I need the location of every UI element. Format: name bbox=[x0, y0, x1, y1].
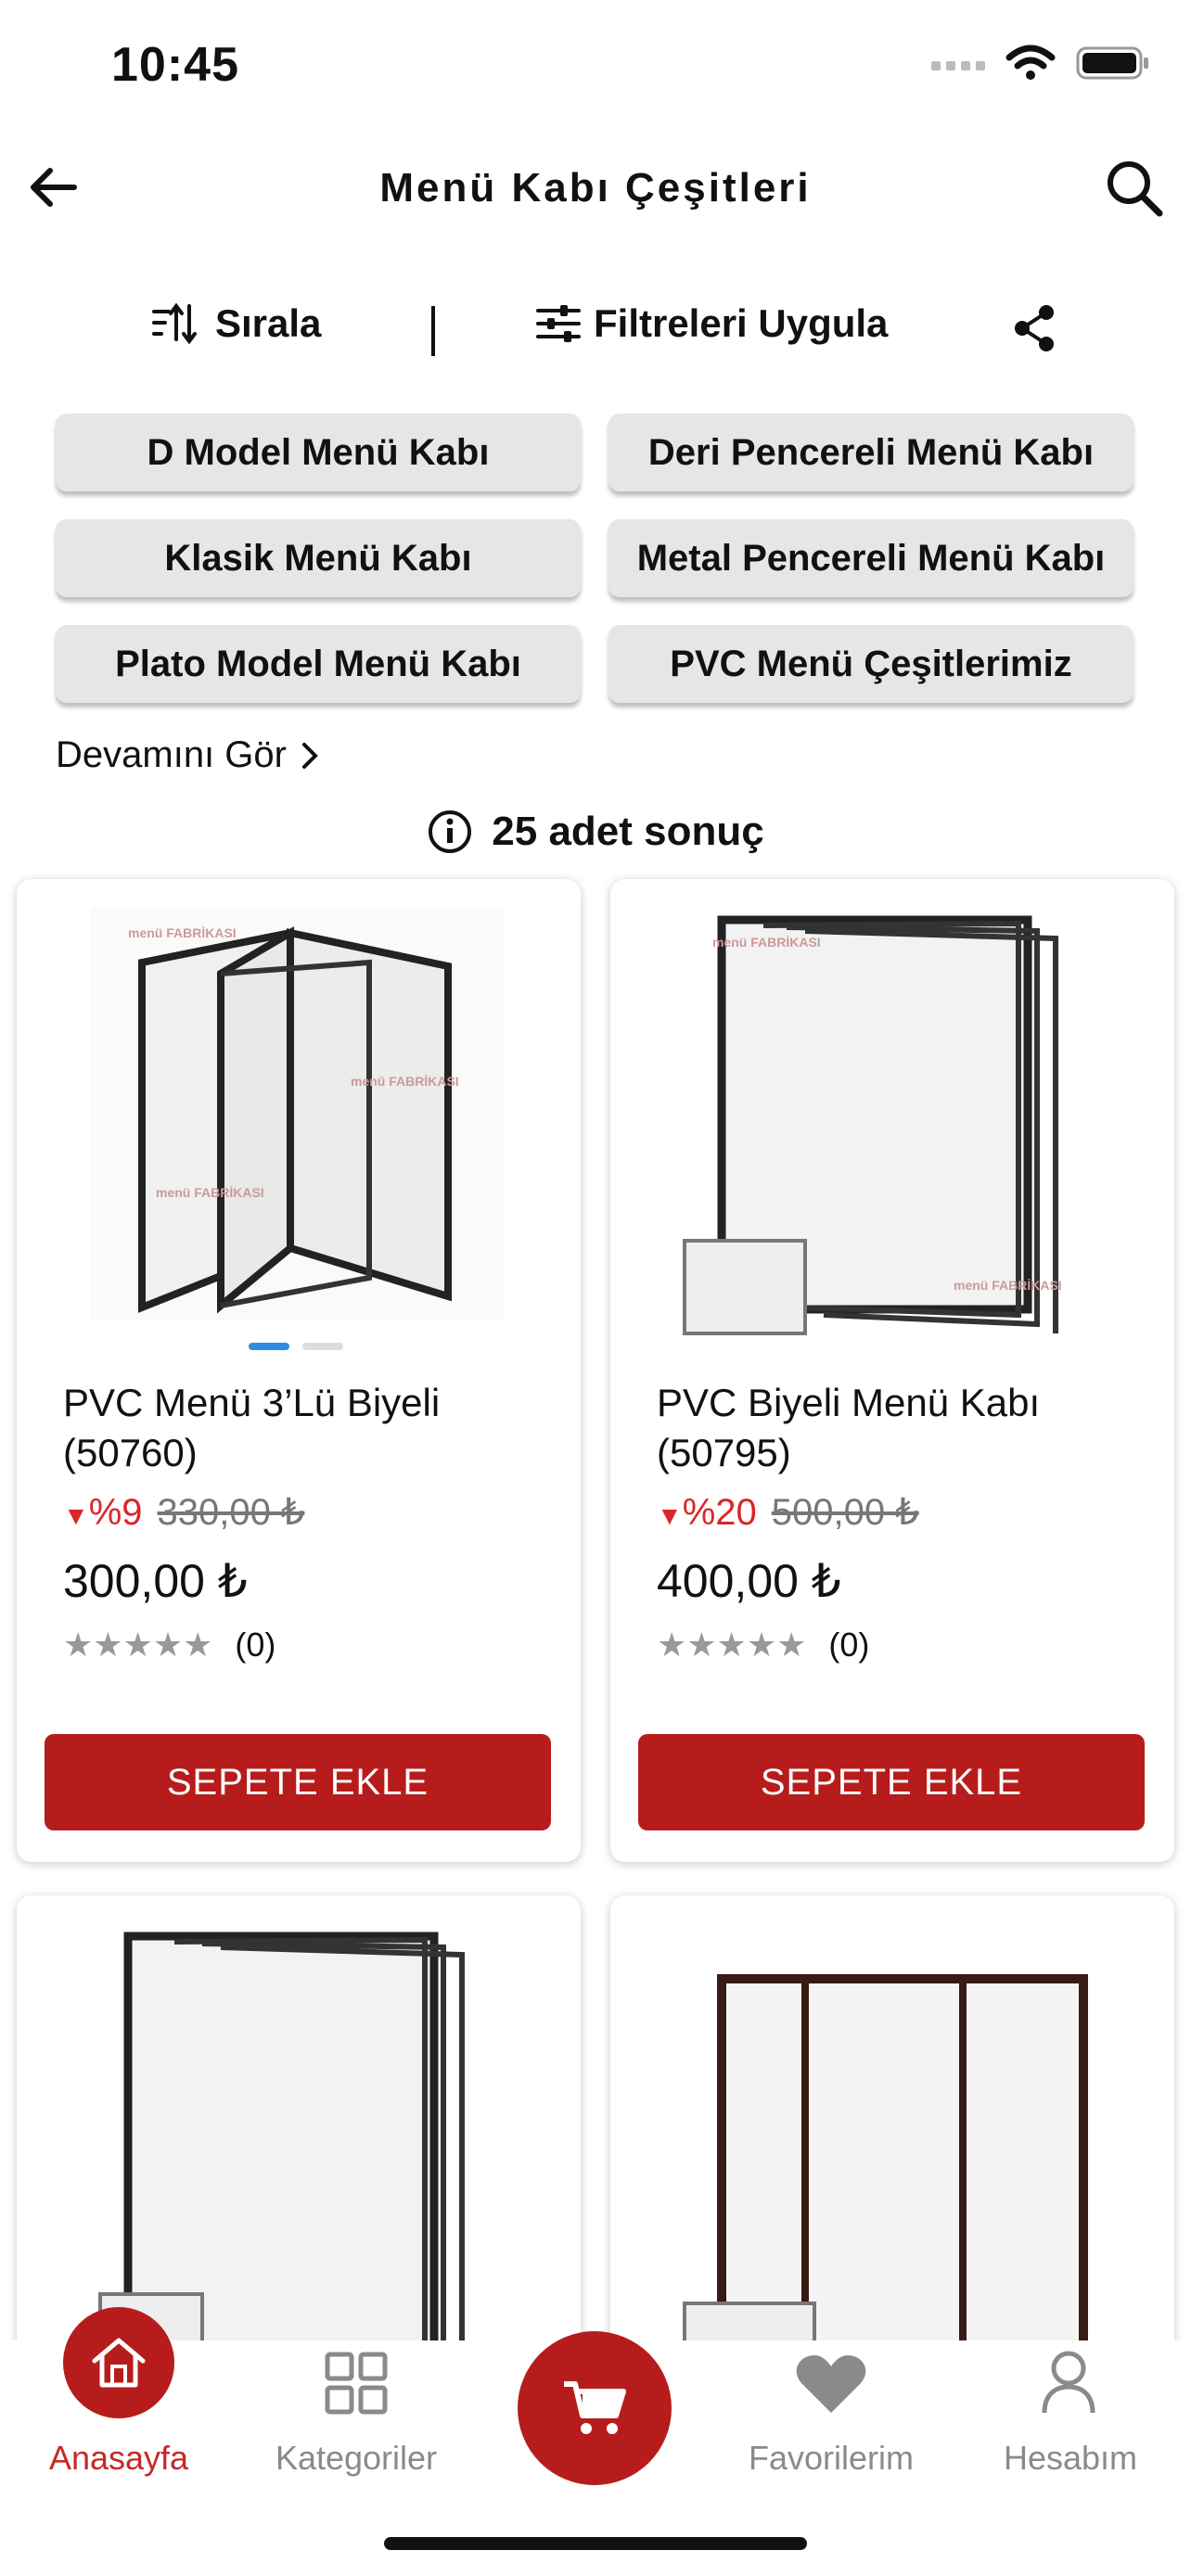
home-icon-bubble bbox=[63, 2307, 174, 2418]
image-pager[interactable] bbox=[249, 1343, 343, 1350]
add-to-cart-button[interactable]: SEPETE EKLE bbox=[45, 1734, 551, 1830]
see-more-label: Devamını Gör bbox=[56, 734, 287, 775]
wifi-icon bbox=[1005, 45, 1056, 80]
discount-row: ▼%9 330,00 ₺ bbox=[63, 1491, 304, 1534]
filter-button[interactable]: Filtreleri Uygula bbox=[536, 301, 888, 346]
discount-value: %20 bbox=[682, 1491, 757, 1533]
discount-percent: ▼%9 bbox=[63, 1492, 143, 1534]
product-name[interactable]: PVC Biyeli Menü Kabı (50795) bbox=[657, 1378, 1139, 1478]
nav-favorites-label: Favorilerim bbox=[748, 2439, 914, 2477]
info-icon bbox=[429, 810, 472, 853]
toolbar: Sırala Filtreleri Uygula bbox=[0, 301, 1191, 366]
category-chip[interactable]: Metal Pencereli Menü Kabı bbox=[608, 519, 1133, 597]
old-price: 500,00 ₺ bbox=[771, 1492, 919, 1533]
discount-value: %9 bbox=[88, 1491, 143, 1533]
result-count-text: 25 adet sonuç bbox=[492, 809, 764, 854]
category-chip[interactable]: Deri Pencereli Menü Kabı bbox=[608, 414, 1133, 491]
product-image[interactable]: menü FABRİKASI menü FABRİKASI bbox=[675, 907, 1111, 1343]
heart-icon bbox=[796, 2355, 866, 2413]
sort-button[interactable]: Sırala bbox=[152, 301, 321, 346]
watermark: menü FABRİKASI bbox=[156, 1185, 264, 1200]
menu-cover-illustration bbox=[683, 1974, 1088, 2405]
review-count: (0) bbox=[828, 1626, 870, 1664]
home-indicator bbox=[384, 2537, 807, 2550]
product-image[interactable] bbox=[666, 1923, 1121, 2405]
sort-label: Sırala bbox=[215, 301, 322, 345]
result-count: 25 adet sonuç bbox=[0, 809, 1191, 855]
shopping-cart-icon bbox=[564, 2381, 626, 2434]
old-price: 330,00 ₺ bbox=[157, 1492, 305, 1533]
down-triangle-icon: ▼ bbox=[657, 1500, 683, 1530]
signal-icon bbox=[931, 61, 985, 70]
search-icon[interactable] bbox=[1104, 158, 1165, 219]
down-triangle-icon: ▼ bbox=[63, 1500, 89, 1530]
watermark: menü FABRİKASI bbox=[712, 935, 821, 950]
filter-label: Filtreleri Uygula bbox=[594, 301, 889, 345]
review-count: (0) bbox=[235, 1626, 276, 1664]
category-chip[interactable]: Klasik Menü Kabı bbox=[56, 519, 581, 597]
page-title: Menü Kabı Çeşitleri bbox=[379, 165, 812, 210]
nav-home-label: Anasayfa bbox=[48, 2439, 189, 2477]
category-chip[interactable]: PVC Menü Çeşitlerimiz bbox=[608, 625, 1133, 703]
discount-row: ▼%20 500,00 ₺ bbox=[657, 1491, 919, 1534]
status-icons bbox=[931, 45, 1150, 82]
product-card[interactable]: menü FABRİKASI menü FABRİKASI menü FABRİ… bbox=[17, 879, 581, 1862]
grid-icon bbox=[325, 2352, 388, 2415]
menu-cover-illustration bbox=[91, 907, 505, 1320]
add-to-cart-button[interactable]: SEPETE EKLE bbox=[638, 1734, 1145, 1830]
discount-percent: ▼%20 bbox=[657, 1492, 757, 1534]
nav-account-label: Hesabım bbox=[1003, 2439, 1138, 2477]
category-chip[interactable]: D Model Menü Kabı bbox=[56, 414, 581, 491]
product-card[interactable]: menü FABRİKASI menü FABRİKASI PVC Biyeli… bbox=[610, 879, 1174, 1862]
rating: ★★★★★ (0) bbox=[657, 1626, 869, 1664]
share-icon[interactable] bbox=[1011, 303, 1057, 353]
filter-sliders-icon bbox=[536, 305, 581, 342]
user-icon bbox=[1042, 2351, 1095, 2414]
pager-dot bbox=[302, 1343, 343, 1350]
category-chip[interactable]: Plato Model Menü Kabı bbox=[56, 625, 581, 703]
product-price: 400,00 ₺ bbox=[657, 1555, 841, 1607]
nav-categories-label: Kategoriler bbox=[275, 2439, 438, 2477]
rating: ★★★★★ (0) bbox=[63, 1626, 275, 1664]
watermark: menü FABRİKASI bbox=[351, 1074, 459, 1089]
stars-icon: ★★★★★ bbox=[657, 1626, 807, 1664]
watermark: menü FABRİKASI bbox=[128, 925, 237, 940]
product-price: 300,00 ₺ bbox=[63, 1555, 248, 1607]
stars-icon: ★★★★★ bbox=[63, 1626, 213, 1664]
watermark: menü FABRİKASI bbox=[954, 1278, 1062, 1293]
see-more-link[interactable]: Devamını Gör bbox=[56, 734, 318, 776]
chevron-right-icon bbox=[301, 742, 318, 769]
product-name[interactable]: PVC Menü 3’Lü Biyeli (50760) bbox=[63, 1378, 545, 1478]
status-time: 10:45 bbox=[111, 38, 239, 92]
sort-icon bbox=[152, 302, 197, 345]
toolbar-divider bbox=[431, 306, 435, 356]
battery-icon bbox=[1076, 46, 1148, 80]
home-icon bbox=[92, 2338, 146, 2388]
pager-dot-active bbox=[249, 1343, 289, 1350]
cart-button[interactable] bbox=[518, 2331, 672, 2485]
product-image[interactable]: menü FABRİKASI menü FABRİKASI menü FABRİ… bbox=[91, 907, 505, 1320]
